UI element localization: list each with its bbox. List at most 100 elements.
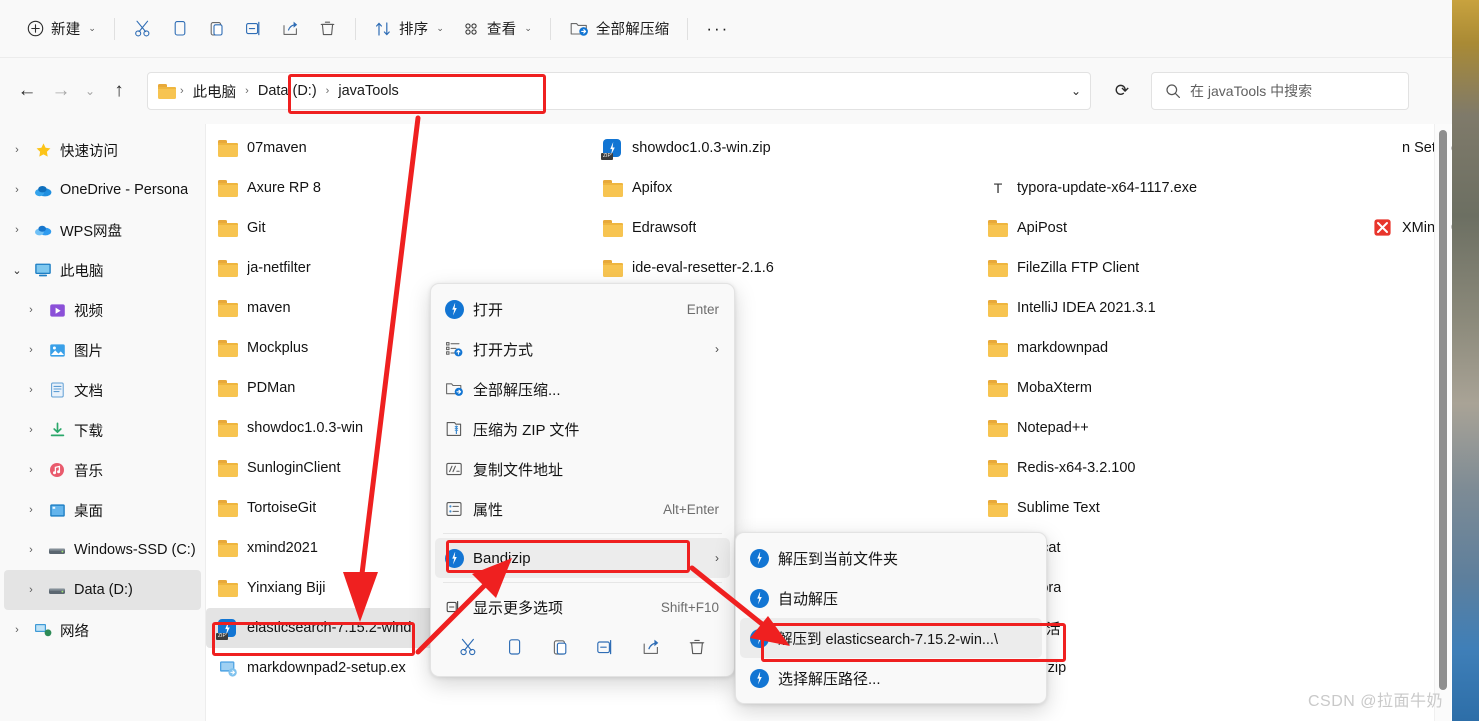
chevron-right-icon[interactable]: › [18, 544, 44, 556]
menu-item-bandizip[interactable]: Bandizip › [435, 538, 730, 578]
new-button[interactable]: 新建 ⌄ [18, 12, 105, 46]
file-name-label: Edrawsoft [632, 220, 697, 236]
chevron-right-icon[interactable]: › [4, 144, 30, 156]
copy-button[interactable] [161, 12, 198, 46]
chevron-right-icon[interactable]: › [18, 424, 44, 436]
typora-installer-icon: T [993, 180, 1003, 196]
back-button[interactable]: ← [10, 74, 44, 108]
more-options-button[interactable]: ··· [697, 12, 738, 46]
chevron-right-icon[interactable]: › [18, 584, 44, 596]
onedrive-icon [30, 183, 56, 197]
menu-item-4[interactable]: 复制文件地址 [435, 449, 730, 489]
submenu-item-2[interactable]: 解压到 elasticsearch-7.15.2-win...\ [740, 618, 1042, 658]
file-item[interactable]: Sublime Text [976, 488, 1361, 528]
menu-item-3[interactable]: 压缩为 ZIP 文件 [435, 409, 730, 449]
file-item[interactable]: IntelliJ IDEA 2021.3.1 [976, 288, 1361, 328]
paste-button[interactable] [198, 12, 235, 46]
sidebar-item-0[interactable]: › 快速访问 [4, 130, 201, 170]
sort-icon [374, 20, 392, 38]
bandizip-submenu[interactable]: 解压到当前文件夹 自动解压 解压到 elasticsearch-7.15.2-win… [735, 532, 1047, 704]
submenu-item-1[interactable]: 自动解压 [740, 578, 1042, 618]
delete-button[interactable] [309, 12, 346, 46]
file-item[interactable]: ZIP showdoc1.0.3-win.zip [591, 128, 976, 168]
view-button[interactable]: 查看 ⌄ [453, 12, 541, 46]
sidebar-item-6[interactable]: › 文档 [4, 370, 201, 410]
file-item[interactable]: Edrawsoft [591, 208, 976, 248]
chevron-down-icon[interactable]: ⌄ [4, 264, 30, 277]
sidebar-item-11[interactable]: › Data (D:) [4, 570, 201, 610]
folder-icon [603, 259, 623, 277]
vertical-scrollbar[interactable] [1434, 124, 1451, 721]
file-item[interactable]: Notepad++ [976, 408, 1361, 448]
chevron-right-icon[interactable]: › [18, 384, 44, 396]
chevron-right-icon[interactable]: › [4, 624, 30, 636]
file-name-label: MobaXterm [1017, 380, 1092, 396]
share-button[interactable] [634, 633, 668, 665]
sidebar-item-7[interactable]: › 下载 [4, 410, 201, 450]
chevron-right-icon[interactable]: › [18, 504, 44, 516]
scrollbar-thumb[interactable] [1439, 130, 1447, 690]
sidebar-item-3[interactable]: ⌄ 此电脑 [4, 250, 201, 290]
context-menu[interactable]: 打开 Enter 打开方式 › 全部解压缩... 压缩为 ZIP 文件 复制文件地址 属性 Al… [430, 283, 735, 677]
search-box[interactable] [1151, 72, 1409, 110]
file-item[interactable]: Git [206, 208, 591, 248]
file-item[interactable]: MobaXterm [976, 368, 1361, 408]
file-item[interactable]: 07maven [206, 128, 591, 168]
refresh-button[interactable]: ⟳ [1105, 74, 1139, 108]
menu-item-1[interactable]: 打开方式 › [435, 329, 730, 369]
file-item-empty [976, 128, 1361, 168]
sidebar-item-10[interactable]: › Windows-SSD (C:) [4, 530, 201, 570]
delete-button[interactable] [680, 633, 714, 665]
file-item[interactable]: markdownpad [976, 328, 1361, 368]
file-item[interactable]: ide-eval-resetter-2.1.6 [591, 248, 976, 288]
menu-item-2[interactable]: 全部解压缩... [435, 369, 730, 409]
address-dropdown-button[interactable]: ⌄ [1064, 74, 1088, 108]
sidebar-item-4[interactable]: › 视频 [4, 290, 201, 330]
rename-button[interactable] [235, 12, 272, 46]
chevron-right-icon[interactable]: › [4, 184, 30, 196]
submenu-item-0[interactable]: 解压到当前文件夹 [740, 538, 1042, 578]
sidebar-item-1[interactable]: › OneDrive - Persona [4, 170, 201, 210]
chevron-right-icon[interactable]: › [18, 464, 44, 476]
menu-item-0[interactable]: 打开 Enter [435, 289, 730, 329]
file-item[interactable]: Redis-x64-3.2.100 [976, 448, 1361, 488]
file-item[interactable]: ApiPost [976, 208, 1361, 248]
pictures-icon [44, 343, 70, 358]
copy-button[interactable] [497, 633, 531, 665]
chevron-right-icon[interactable]: › [18, 304, 44, 316]
cut-button[interactable] [451, 633, 485, 665]
file-item[interactable]: Axure RP 8 [206, 168, 591, 208]
breadcrumb-data-d[interactable]: Data (D:) [253, 80, 322, 102]
downloads-icon [44, 422, 70, 438]
menu-item-5[interactable]: 属性 Alt+Enter [435, 489, 730, 529]
sidebar-item-5[interactable]: › 图片 [4, 330, 201, 370]
navigation-pane[interactable]: › 快速访问 › OneDrive - Persona › WPS网盘 ⌄ 此电脑 › 视频 › 图片… [0, 124, 206, 721]
sort-button[interactable]: 排序 ⌄ [365, 12, 453, 46]
breadcrumb-javatools[interactable]: javaTools [333, 80, 403, 102]
address-bar[interactable]: › 此电脑 › Data (D:) › javaTools ⌄ [147, 72, 1091, 110]
chevron-right-icon[interactable]: › [4, 224, 30, 236]
file-item[interactable]: FileZilla FTP Client [976, 248, 1361, 288]
sidebar-item-12[interactable]: › 网络 [4, 610, 201, 650]
file-item[interactable]: ja-netfilter [206, 248, 591, 288]
up-button[interactable]: ↑ [102, 74, 136, 108]
search-input[interactable] [1190, 83, 1390, 99]
breadcrumb-this-pc[interactable]: 此电脑 [188, 78, 242, 105]
file-item[interactable]: Ttypora-update-x64-1117.exe [976, 168, 1361, 208]
rename-button[interactable] [588, 633, 622, 665]
forward-button[interactable]: → [44, 74, 78, 108]
extract-all-button[interactable]: 全部解压缩 [560, 12, 679, 46]
cut-button[interactable] [124, 12, 161, 46]
submenu-item-3[interactable]: 选择解压路径... [740, 658, 1042, 698]
sidebar-item-2[interactable]: › WPS网盘 [4, 210, 201, 250]
breadcrumb-separator: › [325, 85, 330, 97]
chevron-right-icon[interactable]: › [18, 344, 44, 356]
menu-item-show-more-options[interactable]: 显示更多选项 Shift+F10 [435, 587, 730, 627]
menu-divider [443, 533, 722, 534]
sidebar-item-9[interactable]: › 桌面 [4, 490, 201, 530]
share-button[interactable] [272, 12, 309, 46]
file-item[interactable]: Apifox [591, 168, 976, 208]
recent-locations-button[interactable]: ⌄ [78, 74, 102, 108]
paste-button[interactable] [543, 633, 577, 665]
sidebar-item-8[interactable]: › 音乐 [4, 450, 201, 490]
